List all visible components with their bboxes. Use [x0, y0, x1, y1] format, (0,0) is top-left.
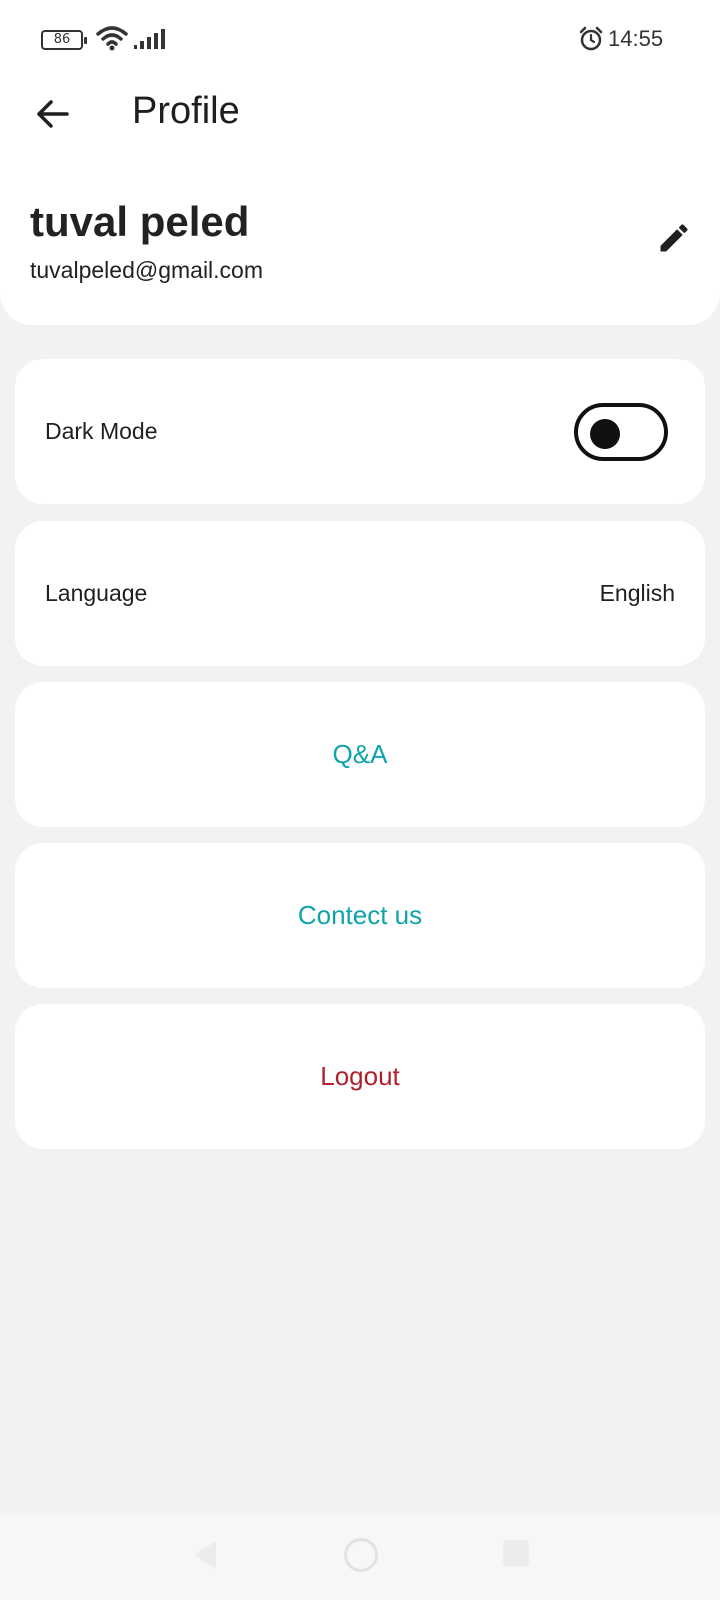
battery-icon: 86: [41, 30, 87, 50]
contact-us-label: Contect us: [297, 900, 423, 930]
alarm-icon: [579, 26, 603, 51]
user-name: tuval peled: [30, 198, 250, 245]
qa-button[interactable]: Q&A: [15, 682, 705, 827]
toggle-knob: [590, 419, 620, 449]
back-button[interactable]: [30, 92, 74, 136]
pencil-icon: [660, 224, 688, 252]
profile-header: Profile tuval peled tuvalpeled@gmail.com: [0, 80, 720, 325]
language-value: English: [599, 580, 675, 606]
edit-profile-button[interactable]: [652, 216, 696, 260]
wifi-icon: [96, 26, 128, 51]
contact-us-button[interactable]: Contect us: [15, 843, 705, 988]
language-label: Language: [45, 580, 148, 606]
signal-icon: [134, 29, 165, 49]
system-nav-bar: [0, 1513, 720, 1600]
dark-mode-toggle[interactable]: [574, 403, 668, 461]
nav-back-icon[interactable]: [190, 1539, 220, 1571]
page-title: Profile: [132, 90, 240, 132]
status-bar: 86 14:55: [0, 0, 720, 80]
status-time: 14:55: [608, 26, 664, 51]
logout-label: Logout: [320, 1061, 400, 1091]
logout-button[interactable]: Logout: [15, 1004, 705, 1149]
user-email: tuvalpeled@gmail.com: [30, 257, 264, 283]
nav-recent-icon[interactable]: [503, 1540, 529, 1566]
nav-home-icon[interactable]: [344, 1538, 378, 1572]
arrow-left-icon: [37, 100, 69, 128]
battery-level: 86: [53, 32, 71, 47]
dark-mode-row: Dark Mode: [15, 359, 705, 504]
language-row[interactable]: Language English: [15, 521, 705, 666]
qa-label: Q&A: [332, 739, 388, 769]
